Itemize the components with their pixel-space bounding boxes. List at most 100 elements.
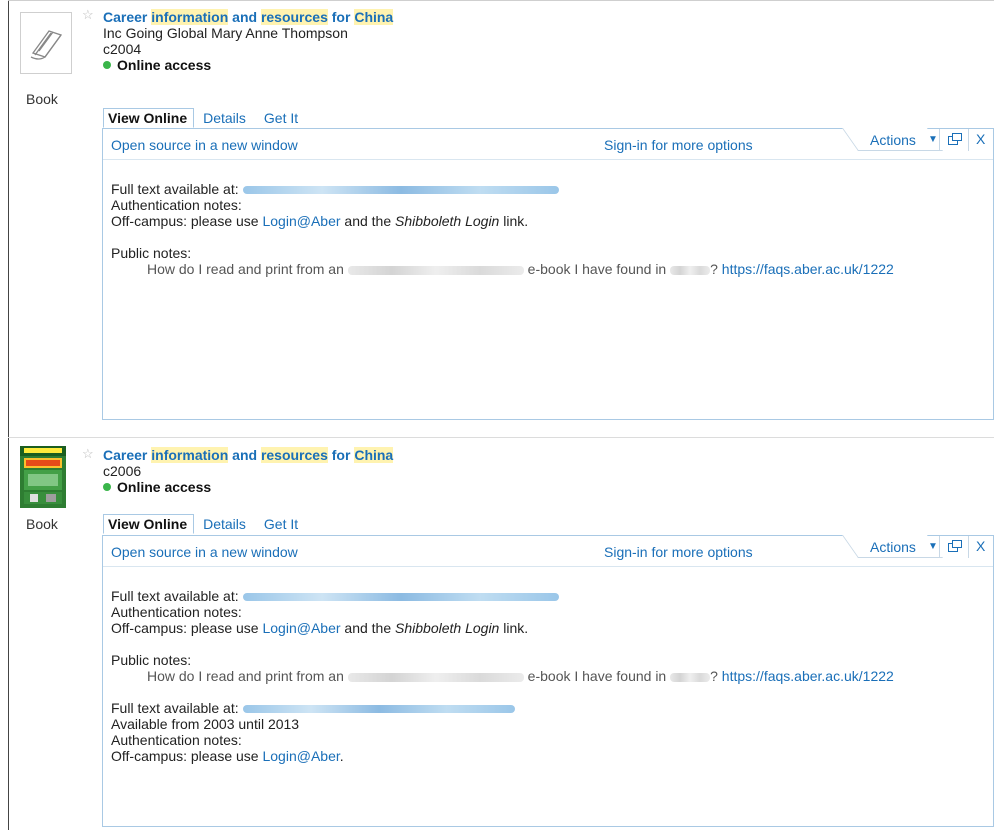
title-part: and [228, 447, 261, 463]
actions-menu[interactable]: Actions [870, 132, 916, 148]
fulltext-label: Full text available at: [111, 700, 239, 716]
offcampus-text: Off-campus: please use [111, 748, 263, 764]
offcampus-line: Off-campus: please use Login@Aber and th… [111, 620, 894, 636]
title-part: and [228, 9, 261, 25]
view-online-panel: Open source in a new window Sign-in for … [102, 128, 994, 420]
book-thumbnail[interactable] [20, 12, 72, 74]
record-tabs: View Online Details Get It [103, 514, 307, 534]
login-aber-link[interactable]: Login@Aber [262, 748, 339, 764]
note-text: ? [710, 668, 718, 684]
star-outline-icon[interactable]: ☆ [82, 446, 94, 462]
record-date: c2004 [103, 41, 142, 57]
redacted-text [670, 672, 711, 682]
record-author: Inc Going Global Mary Anne Thompson [103, 25, 348, 41]
fulltext-label: Full text available at: [111, 181, 239, 197]
login-aber-link[interactable]: Login@Aber [262, 213, 340, 229]
tab-view-online[interactable]: View Online [103, 108, 195, 128]
chevron-down-icon[interactable]: ▼ [928, 134, 938, 145]
toolbar-divider [968, 129, 969, 151]
public-note-line: How do I read and print from an e-book I… [111, 261, 894, 277]
note-text: e-book I have found in [527, 261, 667, 277]
type-label: Book [26, 91, 58, 107]
record-date: c2006 [103, 463, 142, 479]
offcampus-text: and the [340, 213, 396, 229]
offcampus-text: Off-campus: please use [111, 213, 263, 229]
record-title[interactable]: Career information and resources for Chi… [103, 447, 394, 463]
open-source-link[interactable]: Open source in a new window [111, 137, 298, 153]
record-info: Career information and resources for Chi… [103, 447, 394, 495]
title-highlight: China [354, 447, 394, 463]
tab-details[interactable]: Details [194, 108, 255, 128]
title-part: for [327, 9, 355, 25]
panel-content: Full text available at: Authentication n… [111, 588, 894, 764]
title-highlight: resources [260, 9, 328, 25]
title-highlight: information [151, 9, 229, 25]
new-window-icon[interactable] [948, 133, 962, 145]
toolbar-divider [968, 536, 969, 558]
note-text: How do I read and print from an [147, 261, 344, 277]
offcampus-text: Off-campus: please use [111, 620, 263, 636]
tab-get-it[interactable]: Get It [255, 108, 307, 128]
availability-status: Online access [103, 479, 393, 495]
toolbar-divider [939, 129, 940, 151]
book-icon [30, 30, 63, 60]
record-title[interactable]: Career information and resources for Chi… [103, 9, 394, 25]
shibboleth-login-text: Shibboleth Login [395, 620, 500, 636]
offcampus-text: . [339, 748, 344, 764]
title-part: Career [103, 9, 152, 25]
fulltext-line: Full text available at: [111, 588, 894, 604]
availability-label: Online access [117, 57, 212, 73]
auth-notes-label: Authentication notes: [111, 732, 242, 748]
public-note-line: How do I read and print from an e-book I… [111, 668, 894, 684]
redacted-text [670, 265, 711, 275]
panel-content: Full text available at: Authentication n… [111, 181, 894, 277]
new-window-icon[interactable] [948, 540, 962, 552]
auth-notes-label: Authentication notes: [111, 604, 242, 620]
book-cover-image [20, 446, 66, 508]
redacted-text [347, 672, 524, 682]
redacted-text [347, 265, 524, 275]
faq-link[interactable]: https://faqs.aber.ac.uk/1222 [722, 261, 894, 277]
actions-menu[interactable]: Actions [870, 539, 916, 555]
book-cover-thumbnail[interactable] [20, 446, 66, 508]
title-highlight: information [151, 447, 229, 463]
title-highlight: China [354, 9, 394, 25]
online-status-icon [103, 61, 111, 69]
availability-range: Available from 2003 until 2013 [111, 716, 300, 732]
view-online-panel: Open source in a new window Sign-in for … [102, 535, 994, 827]
result-record: Book ☆ Career information and resources … [8, 437, 994, 831]
tab-view-online[interactable]: View Online [103, 514, 195, 534]
offcampus-text: and the [340, 620, 396, 636]
redacted-link[interactable] [242, 186, 559, 195]
close-button[interactable]: X [976, 538, 985, 554]
fulltext-line: Full text available at: [111, 181, 894, 197]
chevron-down-icon[interactable]: ▼ [928, 541, 938, 552]
public-notes-label: Public notes: [111, 652, 192, 668]
offcampus-line: Off-campus: please use Login@Aber. [111, 748, 894, 764]
auth-notes-label: Authentication notes: [111, 197, 242, 213]
offcampus-line: Off-campus: please use Login@Aber and th… [111, 213, 894, 229]
open-source-link[interactable]: Open source in a new window [111, 544, 298, 560]
tab-get-it[interactable]: Get It [255, 514, 307, 534]
fulltext-label: Full text available at: [111, 588, 239, 604]
note-text: ? [710, 261, 718, 277]
signin-link[interactable]: Sign-in for more options [604, 544, 753, 560]
tab-details[interactable]: Details [194, 514, 255, 534]
fulltext-line: Full text available at: [111, 700, 894, 716]
panel-toolbar: Open source in a new window Sign-in for … [103, 128, 993, 160]
result-record: Book ☆ Career information and resources … [8, 0, 994, 426]
panel-toolbar: Open source in a new window Sign-in for … [103, 535, 993, 567]
redacted-link[interactable] [242, 705, 515, 714]
public-notes-label: Public notes: [111, 245, 192, 261]
faq-link[interactable]: https://faqs.aber.ac.uk/1222 [722, 668, 894, 684]
title-part: for [327, 447, 355, 463]
online-status-icon [103, 483, 111, 491]
offcampus-text: link. [499, 620, 529, 636]
login-aber-link[interactable]: Login@Aber [262, 620, 340, 636]
toolbar-divider [939, 536, 940, 558]
star-outline-icon[interactable]: ☆ [82, 7, 94, 23]
signin-link[interactable]: Sign-in for more options [604, 137, 753, 153]
availability-label: Online access [117, 479, 212, 495]
close-button[interactable]: X [976, 131, 985, 147]
redacted-link[interactable] [242, 593, 559, 602]
